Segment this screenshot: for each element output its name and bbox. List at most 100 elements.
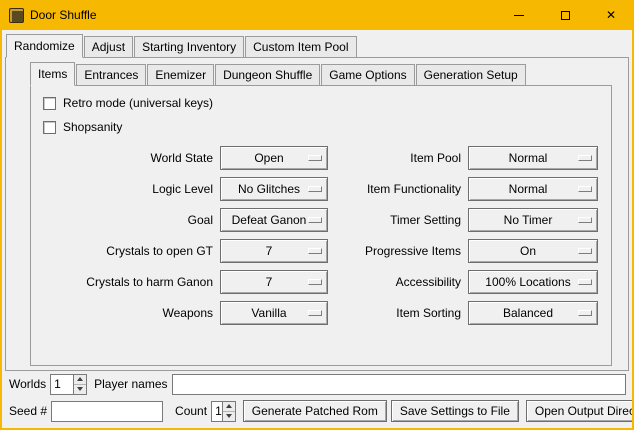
goal-dropdown[interactable]: Defeat Ganon	[220, 208, 328, 232]
dropdown-indicator-icon	[308, 279, 322, 285]
dropdown-value: 100% Locations	[485, 275, 580, 289]
minimize-button[interactable]	[496, 0, 542, 30]
item-sorting-dropdown[interactable]: Balanced	[468, 301, 598, 325]
window-controls: ✕	[496, 0, 634, 30]
item-sorting-label: Item Sorting	[335, 306, 461, 320]
timer-setting-dropdown[interactable]: No Timer	[468, 208, 598, 232]
open-output-directory-button[interactable]: Open Output Directory	[526, 400, 632, 422]
logic-level-label: Logic Level	[41, 182, 213, 196]
dropdown-value: Defeat Ganon	[232, 213, 317, 227]
tab-starting-inventory[interactable]: Starting Inventory	[134, 36, 244, 58]
spin-up-icon	[77, 377, 83, 381]
player-names-label: Player names	[94, 377, 167, 391]
logic-level-dropdown[interactable]: No Glitches	[220, 177, 328, 201]
save-settings-button[interactable]: Save Settings to File	[391, 400, 519, 422]
tab-enemizer[interactable]: Enemizer	[147, 64, 214, 86]
seed-row: Seed # Count 1 Generate Patched Rom Save…	[9, 400, 626, 422]
progressive-items-label: Progressive Items	[335, 244, 461, 258]
dropdown-indicator-icon	[308, 217, 322, 223]
app-window: Door Shuffle ✕ Randomize Adjust Starting…	[0, 0, 634, 430]
shopsanity-checkbox[interactable]	[43, 121, 56, 134]
retro-mode-checkbox[interactable]	[43, 97, 56, 110]
worlds-row: Worlds 1 Player names	[9, 373, 626, 395]
tab-game-options[interactable]: Game Options	[321, 64, 414, 86]
client-area: Randomize Adjust Starting Inventory Cust…	[2, 30, 632, 428]
dropdown-indicator-icon	[578, 217, 592, 223]
worlds-spinner[interactable]: 1	[50, 374, 87, 395]
tab-items[interactable]: Items	[30, 62, 75, 86]
weapons-label: Weapons	[41, 306, 213, 320]
worlds-value: 1	[51, 375, 73, 394]
dropdown-value: Vanilla	[251, 306, 296, 320]
goal-label: Goal	[41, 213, 213, 227]
dropdown-value: Normal	[509, 151, 558, 165]
crystals-gt-label: Crystals to open GT	[41, 244, 213, 258]
worlds-spinner-arrows	[73, 375, 86, 394]
accessibility-dropdown[interactable]: 100% Locations	[468, 270, 598, 294]
tab-custom-item-pool[interactable]: Custom Item Pool	[245, 36, 356, 58]
count-spinner[interactable]: 1	[211, 401, 236, 422]
app-icon	[9, 8, 24, 23]
tab-generation-setup[interactable]: Generation Setup	[416, 64, 526, 86]
crystals-ganon-dropdown[interactable]: 7	[220, 270, 328, 294]
count-spinner-arrows	[222, 402, 235, 421]
dropdown-value: No Glitches	[238, 182, 310, 196]
worlds-label: Worlds	[9, 377, 46, 391]
tab-entrances[interactable]: Entrances	[76, 64, 146, 86]
bottom-bar: Worlds 1 Player names Seed # Count 1	[9, 373, 626, 422]
seed-label: Seed #	[9, 404, 47, 418]
window-title: Door Shuffle	[30, 8, 97, 22]
spin-up-button[interactable]	[74, 375, 86, 385]
close-icon: ✕	[606, 9, 616, 21]
dropdown-indicator-icon	[308, 155, 322, 161]
accessibility-label: Accessibility	[335, 275, 461, 289]
tab-dungeon-shuffle[interactable]: Dungeon Shuffle	[215, 64, 320, 86]
spin-down-button[interactable]	[223, 412, 235, 421]
timer-setting-label: Timer Setting	[335, 213, 461, 227]
retro-mode-checkbox-row: Retro mode (universal keys)	[43, 94, 611, 112]
spin-down-icon	[226, 414, 232, 418]
spin-down-icon	[77, 387, 83, 391]
main-tab-bar: Randomize Adjust Starting Inventory Cust…	[2, 30, 632, 58]
weapons-dropdown[interactable]: Vanilla	[220, 301, 328, 325]
player-names-input[interactable]	[172, 374, 627, 395]
generate-patched-rom-button[interactable]: Generate Patched Rom	[243, 400, 387, 422]
progressive-items-dropdown[interactable]: On	[468, 239, 598, 263]
sub-tab-bar: Items Entrances Enemizer Dungeon Shuffle…	[6, 58, 628, 86]
item-functionality-dropdown[interactable]: Normal	[468, 177, 598, 201]
item-functionality-label: Item Functionality	[335, 182, 461, 196]
dropdown-value: Open	[254, 151, 293, 165]
item-pool-dropdown[interactable]: Normal	[468, 146, 598, 170]
retro-mode-label: Retro mode (universal keys)	[63, 96, 213, 110]
dropdown-indicator-icon	[308, 186, 322, 192]
dropdown-value: 7	[266, 275, 283, 289]
randomize-pane: Items Entrances Enemizer Dungeon Shuffle…	[5, 57, 629, 371]
dropdown-indicator-icon	[308, 248, 322, 254]
dropdown-indicator-icon	[578, 186, 592, 192]
dropdown-value: On	[520, 244, 546, 258]
item-pool-label: Item Pool	[335, 151, 461, 165]
world-state-label: World State	[41, 151, 213, 165]
close-button[interactable]: ✕	[588, 0, 634, 30]
crystals-gt-dropdown[interactable]: 7	[220, 239, 328, 263]
minimize-icon	[514, 15, 524, 16]
count-label: Count	[175, 404, 207, 418]
dropdown-indicator-icon	[578, 248, 592, 254]
tab-adjust[interactable]: Adjust	[84, 36, 133, 58]
maximize-icon	[561, 11, 570, 20]
seed-input[interactable]	[51, 401, 163, 422]
tab-randomize[interactable]: Randomize	[6, 34, 83, 58]
spin-up-button[interactable]	[223, 402, 235, 412]
dropdown-value: 7	[266, 244, 283, 258]
dropdown-indicator-icon	[578, 155, 592, 161]
dropdown-value: No Timer	[504, 213, 563, 227]
titlebar[interactable]: Door Shuffle ✕	[0, 0, 634, 30]
dropdown-value: Normal	[509, 182, 558, 196]
count-value: 1	[212, 402, 222, 421]
maximize-button[interactable]	[542, 0, 588, 30]
dropdown-indicator-icon	[578, 310, 592, 316]
world-state-dropdown[interactable]: Open	[220, 146, 328, 170]
spin-down-button[interactable]	[74, 385, 86, 394]
shopsanity-checkbox-row: Shopsanity	[43, 118, 611, 136]
shopsanity-label: Shopsanity	[63, 120, 122, 134]
